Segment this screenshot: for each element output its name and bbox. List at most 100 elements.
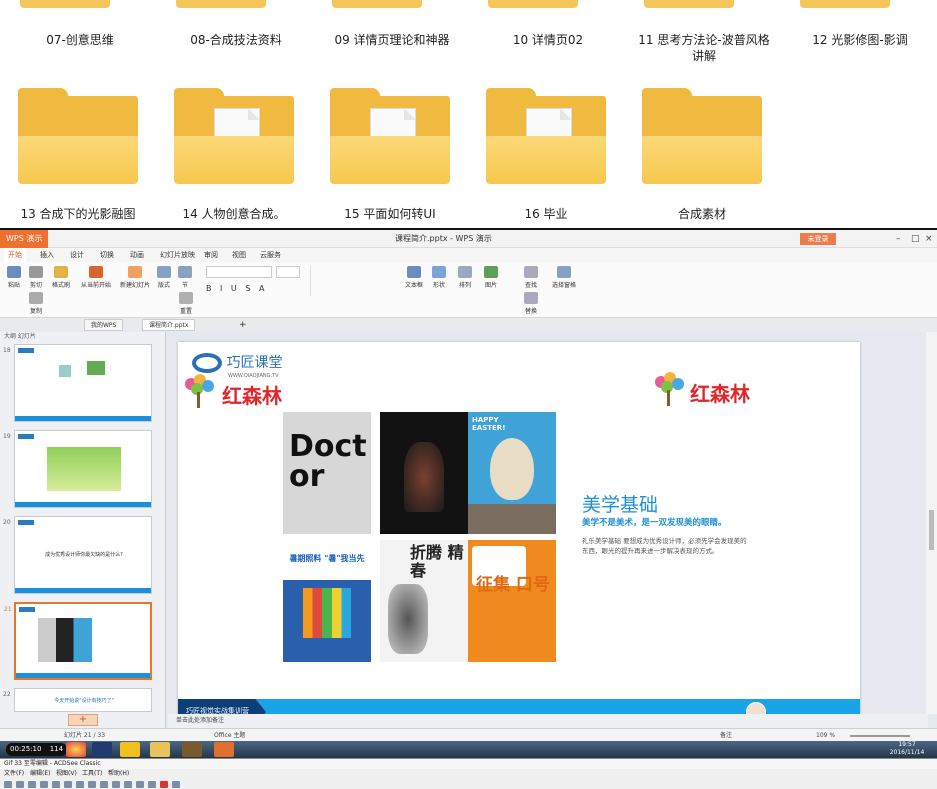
tab-slideshow[interactable]: 幻灯片放映 [156, 248, 199, 262]
tool-icon[interactable] [16, 781, 24, 788]
notes-pane[interactable]: 单击此处添加备注 [168, 714, 928, 728]
tab-design[interactable]: 设计 [66, 248, 88, 262]
folder-label[interactable]: 10 详情页02 [478, 32, 618, 48]
poster-dark-figure[interactable] [380, 412, 468, 534]
tab-view[interactable]: 视图 [228, 248, 250, 262]
wps-presentation-icon[interactable] [214, 742, 234, 757]
zoom-slider[interactable] [850, 735, 910, 737]
poster-easter[interactable]: HAPPY EASTER! [468, 412, 556, 534]
poster-summer-school[interactable]: 暑期照料 "暑"我当先 [283, 540, 371, 662]
tool-icon[interactable] [148, 781, 156, 788]
paste-button[interactable]: 粘贴 [4, 266, 24, 289]
font-name-select[interactable] [206, 266, 272, 278]
menu-help[interactable]: 帮助(H) [108, 769, 129, 779]
app-icon[interactable] [182, 742, 202, 757]
tool-icon[interactable] [88, 781, 96, 788]
start-from-current-button[interactable]: 从当前开始 [78, 266, 114, 289]
arrange-button[interactable]: 排列 [454, 266, 476, 289]
picture-button[interactable]: 图片 [480, 266, 502, 289]
replace-button[interactable]: 替换 [520, 292, 542, 315]
thumbs-header[interactable]: 大纲 幻灯片 [0, 332, 166, 342]
tool-icon[interactable] [100, 781, 108, 788]
folder-icon[interactable] [644, 0, 734, 8]
folder-label[interactable]: 12 光影修图-影调 [790, 32, 930, 48]
close-icon[interactable] [160, 781, 168, 788]
tab-insert[interactable]: 插入 [36, 248, 58, 262]
maximize-icon[interactable]: □ [911, 230, 920, 248]
login-button[interactable]: 未登录 [800, 233, 836, 245]
tab-document[interactable]: 课程简介.pptx [142, 319, 196, 331]
folder-icon[interactable] [800, 0, 890, 8]
tool-icon[interactable] [112, 781, 120, 788]
folder-label[interactable]: 14 人物创意合成。 [164, 206, 304, 222]
folder-icon[interactable] [332, 0, 422, 8]
tool-icon[interactable] [76, 781, 84, 788]
tab-animation[interactable]: 动画 [126, 248, 148, 262]
slide-title[interactable]: 美学基础 [582, 490, 658, 517]
recording-timer[interactable]: 00:25:10 114 [6, 743, 68, 756]
slide-thumbnail-selected[interactable]: 21 [4, 602, 152, 680]
qq-icon[interactable] [120, 742, 140, 757]
menu-edit[interactable]: 编辑(E) [30, 769, 50, 779]
slide-subtitle[interactable]: 美学不是美术，是一双发现美的眼睛。 [582, 516, 727, 528]
find-button[interactable]: 查找 [520, 266, 542, 289]
poster-doctor[interactable]: Doctor [283, 412, 371, 534]
scrollbar-thumb[interactable] [929, 510, 934, 550]
folder-label[interactable]: 11 思考方法论-波普风格讲解 [634, 32, 774, 64]
font-style-buttons[interactable]: B I U S A [206, 284, 300, 293]
photoshop-icon[interactable] [92, 742, 112, 757]
tool-icon[interactable] [40, 781, 48, 788]
tab-cloud[interactable]: 云服务 [256, 248, 285, 262]
folder-icon[interactable] [486, 88, 606, 184]
folder-icon[interactable] [20, 0, 110, 8]
tool-icon[interactable] [124, 781, 132, 788]
slide-body-text[interactable]: 礼乐美学基础 要想成为优秀设计师，必须先学会发现美的东西，眼光的提升再来进一步解… [582, 536, 750, 556]
tool-icon[interactable] [52, 781, 60, 788]
tab-review[interactable]: 审阅 [200, 248, 222, 262]
folder-icon[interactable] [176, 0, 266, 8]
tool-icon[interactable] [64, 781, 72, 788]
folder-icon[interactable] [488, 0, 578, 8]
menu-file[interactable]: 文件(F) [4, 769, 24, 779]
textbox-button[interactable]: 文本框 [402, 266, 426, 289]
slide-thumbnail[interactable]: 20 成为优秀设计师你最欠缺的是什么? [3, 516, 152, 594]
folder-label[interactable]: 07-创意思维 [10, 32, 150, 48]
folder-label[interactable]: 16 毕业 [476, 206, 616, 222]
shape-button[interactable]: 形状 [428, 266, 450, 289]
menu-view[interactable]: 视图(V) [56, 769, 77, 779]
format-painter-button[interactable]: 格式刷 [50, 266, 72, 289]
tool-icon[interactable] [172, 781, 180, 788]
tool-icon[interactable] [136, 781, 144, 788]
folder-icon[interactable] [330, 88, 450, 184]
folder-label[interactable]: 09 详情页理论和神器 [322, 32, 462, 48]
explorer-icon[interactable] [150, 742, 170, 757]
copy-button[interactable]: 复制 [26, 292, 46, 315]
cut-button[interactable]: 剪切 [26, 266, 46, 289]
close-icon[interactable]: × [925, 230, 933, 248]
app-menu-button[interactable]: WPS 演示 [0, 230, 49, 248]
layout-button[interactable]: 版式 [154, 266, 174, 289]
folder-label[interactable]: 15 平面如何转UI [320, 206, 460, 222]
menu-tools[interactable]: 工具(T) [82, 769, 102, 779]
folder-label[interactable]: 合成素材 [632, 206, 772, 222]
slide-canvas[interactable]: 巧匠课堂 WWW.QIAOJIANG.TV 红森林 红森林 Doctor HAP… [178, 342, 860, 727]
folder-label[interactable]: 08-合成技法资料 [166, 32, 306, 48]
new-tab-icon[interactable]: + [236, 319, 250, 331]
folder-icon[interactable] [174, 88, 294, 184]
system-clock[interactable]: 19:57 2016/11/14 [878, 741, 936, 757]
font-size-select[interactable] [276, 266, 300, 278]
slide-thumbnail[interactable]: 18 [3, 344, 152, 422]
folder-icon[interactable] [18, 88, 138, 184]
add-slide-button[interactable]: + [68, 714, 98, 726]
tool-icon[interactable] [4, 781, 12, 788]
folder-label[interactable]: 13 合成下的光影融图 [8, 206, 148, 222]
new-slide-button[interactable]: 新建幻灯片 [118, 266, 152, 289]
folder-icon[interactable] [642, 88, 762, 184]
minimize-icon[interactable]: – [896, 230, 901, 248]
tab-my-wps[interactable]: 我的WPS [84, 319, 124, 331]
tool-icon[interactable] [28, 781, 36, 788]
paragraph-group[interactable] [310, 266, 394, 296]
poster-zhengji[interactable]: 征集 口号 [468, 540, 556, 662]
chrome-icon[interactable] [66, 742, 86, 757]
slide-thumbnail[interactable]: 22 今天开始说"设计有技巧了" [3, 688, 152, 712]
